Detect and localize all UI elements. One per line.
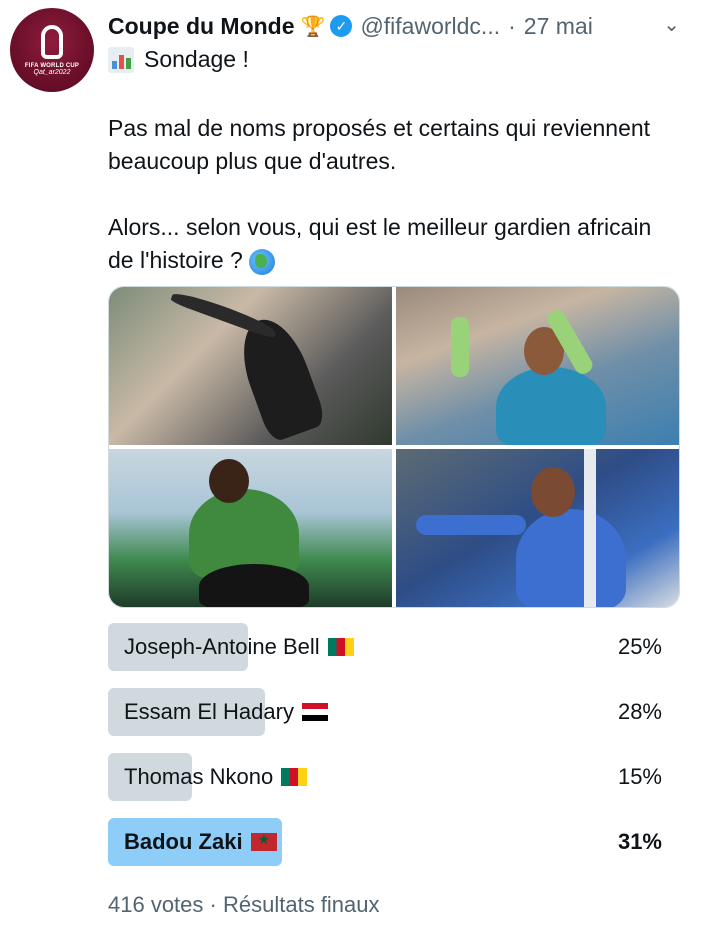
poll-option-percent: 28%: [617, 699, 662, 724]
photo-goalkeeper-1[interactable]: [109, 287, 392, 445]
cameroon-flag-icon: [281, 768, 308, 786]
poll-option: Essam El Hadary 28%: [108, 688, 668, 736]
tweet-date[interactable]: 27 mai: [524, 13, 593, 40]
header-separator: ·: [508, 12, 516, 39]
poll-title: Sondage !: [108, 46, 249, 73]
footer-separator: ·: [209, 892, 217, 917]
photo-goalkeeper-2[interactable]: [396, 287, 679, 445]
trophy-icon: 🏆: [300, 15, 326, 38]
tweet-paragraph-1: Pas mal de noms proposés et certains qui…: [108, 115, 651, 174]
photo-goalkeeper-4[interactable]: [396, 449, 679, 607]
poll-option-label: Joseph-Antoine Bell: [124, 623, 354, 671]
avatar[interactable]: FIFA WORLD CUP Qat_ar2022: [10, 8, 94, 92]
poll-option-winner: Badou Zaki 31%: [108, 818, 668, 866]
world-cup-emblem-icon: [41, 24, 63, 59]
poll-option: Thomas Nkono 15%: [108, 753, 668, 801]
tweet-header: Coupe du Monde 🏆 ✓ @fifaworldc... · 27 m…: [108, 8, 684, 44]
morocco-flag-icon: [250, 831, 277, 851]
poll-footer: 416 votes · Résultats finaux: [108, 892, 380, 918]
poll-option-percent: 15%: [617, 764, 662, 789]
vote-count: 416 votes: [108, 892, 204, 917]
poll-status: Résultats finaux: [222, 892, 380, 917]
bar-chart-icon: [108, 46, 134, 73]
egypt-flag-icon: [301, 703, 328, 721]
author-name[interactable]: Coupe du Monde: [108, 13, 295, 40]
tweet-paragraph-2: Alors... selon vous, qui est le meilleur…: [108, 214, 652, 273]
poll-option-label: Essam El Hadary: [124, 688, 328, 736]
chevron-down-icon[interactable]: ⌄: [663, 12, 680, 37]
poll-option-percent: 25%: [617, 634, 662, 659]
verified-icon: ✓: [330, 15, 353, 37]
author-handle[interactable]: @fifaworldc...: [360, 13, 500, 40]
poll-title-text: Sondage !: [144, 46, 249, 72]
avatar-text-line2: Qat_ar2022: [33, 68, 71, 76]
poll-option-percent: 31%: [617, 829, 662, 854]
globe-africa-icon: [249, 248, 276, 275]
poll-option-label: Thomas Nkono: [124, 753, 308, 801]
media-grid[interactable]: [108, 286, 680, 608]
poll-option-label: Badou Zaki: [124, 818, 277, 866]
tweet-body: Pas mal de noms proposés et certains qui…: [108, 112, 668, 277]
photo-goalkeeper-3[interactable]: [109, 449, 392, 607]
cameroon-flag-icon: [327, 638, 354, 656]
poll-option: Joseph-Antoine Bell 25%: [108, 623, 668, 671]
